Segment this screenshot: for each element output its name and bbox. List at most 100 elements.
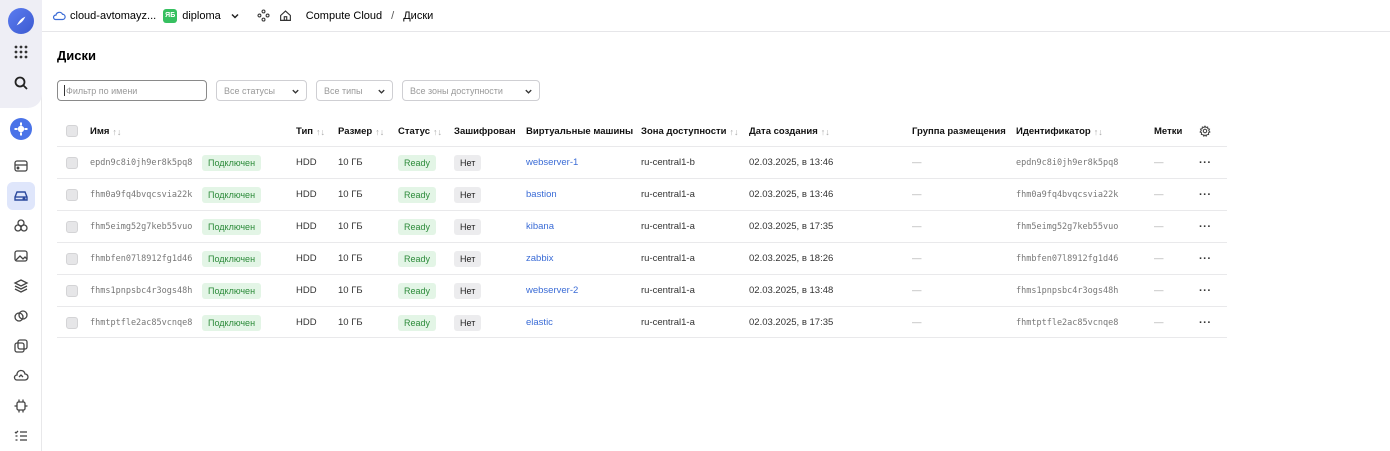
disk-name: fhmtptfle2ac85vcnqe8 — [90, 307, 192, 338]
disk-type: HDD — [296, 275, 317, 306]
row-checkbox[interactable] — [66, 307, 78, 338]
table-row[interactable]: fhm5eimg52g7keb55vuo Подключен HDD 10 ГБ Rea… — [57, 210, 1227, 242]
vm-link-text[interactable]: webserver-2 — [526, 285, 578, 296]
column-size[interactable]: Размер ↑↓ — [338, 126, 384, 137]
yandex-cloud-logo-icon[interactable] — [8, 8, 34, 34]
vm-link-text[interactable]: zabbix — [526, 253, 553, 264]
placement-value: — — [912, 211, 922, 242]
row-checkbox[interactable] — [66, 275, 78, 306]
vm-link-text[interactable]: kibana — [526, 221, 554, 232]
vm-link[interactable]: bastion — [526, 179, 557, 210]
sort-icon[interactable]: ↑↓ — [433, 127, 442, 137]
folder-selector[interactable]: ЯБ diploma — [156, 8, 240, 23]
sort-icon[interactable]: ↑↓ — [821, 127, 830, 137]
row-more-button-text[interactable]: ··· — [1199, 189, 1212, 201]
vm-link-text[interactable]: bastion — [526, 189, 557, 200]
row-more-button-text[interactable]: ··· — [1199, 221, 1212, 233]
snapshots-icon[interactable] — [9, 274, 33, 298]
table-row[interactable]: epdn9c8i0jh9er8k5pq8 Подключен HDD 10 ГБ Rea… — [57, 146, 1227, 178]
column-zone[interactable]: Зона доступности ↑↓ — [641, 126, 739, 137]
vm-link-text[interactable]: webserver-1 — [526, 157, 578, 168]
cloud-selector[interactable]: cloud-avtomayz... — [42, 9, 156, 23]
attach-status-badge-text: Подключен — [202, 314, 262, 331]
name-filter-placeholder: Фильтр по имени — [66, 85, 138, 96]
disk-type-text: HDD — [296, 317, 317, 328]
zone-value-text: ru-central1-a — [641, 189, 695, 200]
type-filter-select[interactable]: Все типы — [316, 80, 393, 101]
checkbox[interactable] — [66, 316, 78, 329]
row-checkbox[interactable] — [66, 147, 78, 178]
column-status[interactable]: Статус ↑↓ — [398, 126, 442, 137]
table-row[interactable]: fhmbfen07l8912fg1d46 Подключен HDD 10 ГБ Rea… — [57, 242, 1227, 274]
status-badge-text: Ready — [398, 186, 437, 203]
sort-icon[interactable]: ↑↓ — [112, 127, 121, 137]
column-id[interactable]: Идентификатор ↑↓ — [1016, 126, 1103, 137]
vm-link[interactable]: webserver-2 — [526, 275, 578, 306]
chevron-down-icon[interactable] — [230, 11, 240, 21]
disk-type: HDD — [296, 211, 317, 242]
column-created[interactable]: Дата создания ↑↓ — [749, 126, 830, 137]
apps-grid-icon[interactable] — [9, 40, 33, 64]
virtual-machines-icon[interactable] — [9, 154, 33, 178]
cloud-icon — [52, 11, 66, 20]
row-more-button[interactable]: ··· — [1199, 275, 1212, 306]
table-settings-gear-icon[interactable] — [1199, 125, 1211, 137]
row-more-button[interactable]: ··· — [1199, 243, 1212, 274]
table-row[interactable]: fhms1pnpsbc4r3ogs48h Подключен HDD 10 ГБ Rea… — [57, 274, 1227, 306]
table-row[interactable]: fhm0a9fq4bvqcsvia22k Подключен HDD 10 ГБ Rea… — [57, 178, 1227, 210]
column-name[interactable]: Имя ↑↓ — [90, 126, 121, 137]
network-nodes-icon[interactable] — [257, 9, 270, 22]
row-checkbox[interactable] — [66, 179, 78, 210]
vm-link[interactable]: elastic — [526, 307, 553, 338]
settings-chip-icon[interactable] — [9, 394, 33, 418]
zone-value: ru-central1-a — [641, 243, 695, 274]
disks-icon[interactable] — [7, 182, 35, 210]
table-row[interactable]: fhmtptfle2ac85vcnqe8 Подключен HDD 10 ГБ Rea… — [57, 306, 1227, 338]
sort-icon[interactable]: ↑↓ — [316, 127, 325, 137]
vm-link[interactable]: webserver-1 — [526, 147, 578, 178]
checkbox[interactable] — [66, 284, 78, 297]
home-icon[interactable] — [279, 9, 292, 22]
disk-id: fhmbfen07l8912fg1d46 — [1016, 243, 1118, 274]
disk-id: fhm5eimg52g7keb55vuo — [1016, 211, 1118, 242]
checkbox[interactable] — [66, 156, 78, 169]
placement-value: — — [912, 275, 922, 306]
name-filter-input[interactable]: Фильтр по имени — [57, 80, 207, 101]
row-checkbox[interactable] — [66, 211, 78, 242]
search-icon[interactable] — [9, 71, 33, 95]
vm-link-text[interactable]: elastic — [526, 317, 553, 328]
row-more-button[interactable]: ··· — [1199, 211, 1212, 242]
checkbox[interactable] — [66, 252, 78, 265]
status-badge-text: Ready — [398, 154, 437, 171]
status-filter-select[interactable]: Все статусы — [216, 80, 307, 101]
vm-link[interactable]: kibana — [526, 211, 554, 242]
disk-size-text: 10 ГБ — [338, 189, 363, 200]
row-more-button[interactable]: ··· — [1199, 147, 1212, 178]
placement-groups-icon[interactable] — [9, 304, 33, 328]
vm-link[interactable]: zabbix — [526, 243, 553, 274]
labels-value: — — [1154, 179, 1164, 210]
row-more-button-text[interactable]: ··· — [1199, 157, 1212, 169]
images-icon[interactable] — [9, 244, 33, 268]
select-all-checkbox[interactable] — [66, 125, 78, 137]
file-storages-icon[interactable] — [9, 334, 33, 358]
breadcrumb-service[interactable]: Compute Cloud — [306, 10, 382, 22]
row-more-button[interactable]: ··· — [1199, 179, 1212, 210]
row-more-button-text[interactable]: ··· — [1199, 285, 1212, 297]
column-type[interactable]: Тип ↑↓ — [296, 126, 325, 137]
instance-groups-icon[interactable] — [9, 214, 33, 238]
operations-list-icon[interactable] — [9, 424, 33, 448]
row-checkbox[interactable] — [66, 243, 78, 274]
checkbox[interactable] — [66, 220, 78, 233]
sort-icon[interactable]: ↑↓ — [730, 127, 739, 137]
row-more-button[interactable]: ··· — [1199, 307, 1212, 338]
row-more-button-text[interactable]: ··· — [1199, 253, 1212, 265]
compute-cloud-service-icon[interactable] — [10, 118, 32, 140]
zone-filter-select[interactable]: Все зоны доступности — [402, 80, 540, 101]
sort-icon[interactable]: ↑↓ — [1094, 127, 1103, 137]
sort-icon[interactable]: ↑↓ — [375, 127, 384, 137]
checkbox[interactable] — [66, 188, 78, 201]
gpu-clusters-icon[interactable] — [9, 364, 33, 388]
status-badge-text: Ready — [398, 218, 437, 235]
row-more-button-text[interactable]: ··· — [1199, 317, 1212, 329]
